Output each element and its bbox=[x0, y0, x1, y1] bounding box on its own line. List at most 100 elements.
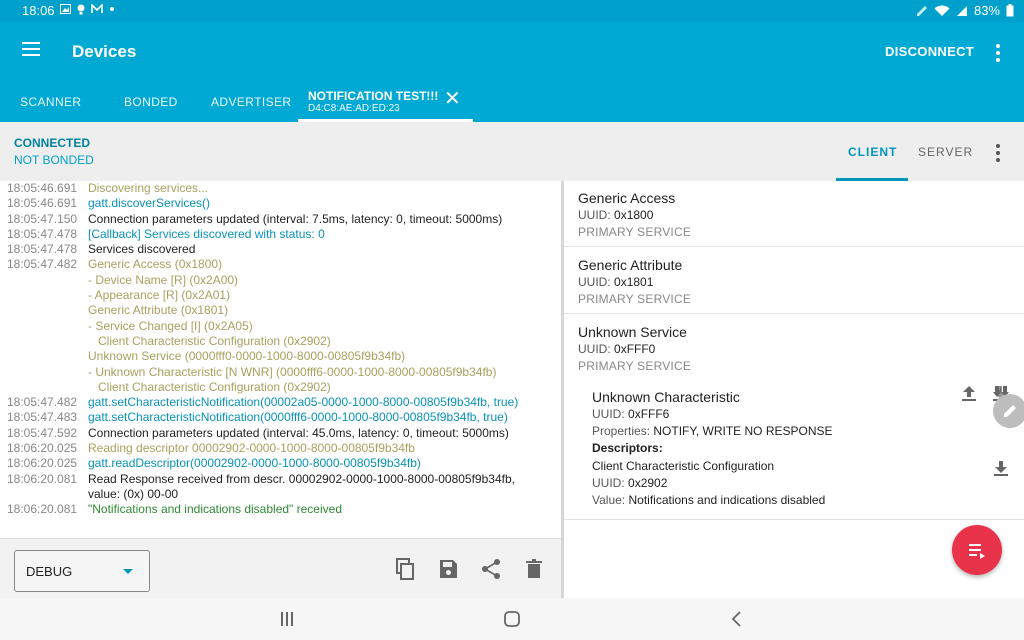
page-title: Devices bbox=[72, 42, 137, 61]
notification-icons bbox=[60, 4, 115, 15]
pencil-icon bbox=[1004, 405, 1016, 417]
log-timestamp bbox=[0, 288, 88, 303]
log-row: Unknown Service (0000fff0-0000-1000-8000… bbox=[0, 349, 561, 364]
menu-icon[interactable] bbox=[22, 42, 40, 56]
log-row: 18:05:47.478 Services discovered bbox=[0, 242, 561, 257]
log-timestamp bbox=[0, 303, 88, 318]
log-row: 18:05:47.478 [Callback] Services discover… bbox=[0, 227, 561, 242]
log-row: value: (0x) 00-00 bbox=[0, 487, 561, 502]
log-timestamp: 18:06:20.081 bbox=[7, 502, 78, 517]
log-timestamp: 18:05:47.478 bbox=[7, 226, 78, 241]
log-message: Generic Access (0x1800) bbox=[88, 257, 223, 272]
log-row: Generic Attribute (0x1801) bbox=[0, 303, 561, 318]
log-row: - Device Name [R] (0x2A00) bbox=[0, 273, 561, 288]
descriptor-name: Client Characteristic Configuration bbox=[592, 459, 775, 473]
tab-device[interactable]: NOTIFICATION TEST!!! D4:C8:AE:AD:ED:23 ✕ bbox=[298, 80, 473, 122]
write-upload-icon[interactable] bbox=[960, 384, 978, 402]
log-row: Client Characteristic Configuration (0x2… bbox=[0, 380, 561, 395]
log-timestamp: 18:05:47.150 bbox=[7, 211, 78, 226]
log-row: 18:05:46.691 Discovering services... bbox=[0, 181, 561, 196]
status-time: 18:06 bbox=[22, 3, 55, 18]
service-name: Unknown Service bbox=[578, 324, 687, 340]
save-icon[interactable] bbox=[436, 557, 460, 581]
descriptor-value: Value: Notifications and indications dis… bbox=[592, 493, 826, 507]
log-message: Connection parameters updated (interval:… bbox=[88, 425, 509, 440]
home-icon[interactable] bbox=[503, 610, 521, 628]
close-icon[interactable]: ✕ bbox=[444, 89, 461, 109]
read-download-icon[interactable] bbox=[992, 459, 1010, 477]
connection-bar: CONNECTED NOT BONDED CLIENT SERVER bbox=[0, 122, 1024, 181]
service-uuid: UUID: 0x1801 bbox=[578, 275, 654, 289]
log-timestamp: 18:05:46.691 bbox=[7, 196, 78, 211]
tab-advertiser[interactable]: ADVERTISER bbox=[211, 95, 291, 109]
log-row: - Service Changed [I] (0x2A05) bbox=[0, 319, 561, 334]
log-timestamp: 18:05:47.482 bbox=[7, 257, 78, 272]
gallery-icon bbox=[60, 4, 71, 14]
more-options-icon[interactable] bbox=[996, 44, 1000, 65]
signal-icon bbox=[956, 5, 967, 16]
log-timestamp bbox=[0, 334, 88, 349]
log-message: - Unknown Characteristic [N WNR] (0000ff… bbox=[88, 364, 497, 379]
client-more-icon[interactable] bbox=[996, 144, 1000, 165]
log-message: Client Characteristic Configuration (0x2… bbox=[88, 379, 331, 394]
tab-scanner[interactable]: SCANNER bbox=[20, 95, 81, 109]
log-row: - Unknown Characteristic [N WNR] (0000ff… bbox=[0, 365, 561, 380]
service-type: PRIMARY SERVICE bbox=[578, 292, 692, 306]
log-row: 18:05:47.150 Connection parameters update… bbox=[0, 212, 561, 227]
service-name: Generic Attribute bbox=[578, 257, 683, 273]
service-generic-attribute[interactable]: Generic Attribute UUID: 0x1801 PRIMARY S… bbox=[564, 247, 1024, 314]
service-unknown[interactable]: Unknown Service UUID: 0xFFF0 PRIMARY SER… bbox=[564, 314, 1024, 520]
characteristic-properties: Properties: NOTIFY, WRITE NO RESPONSE bbox=[592, 424, 833, 438]
log-row: 18:05:47.483 gatt.setCharacteristicNotifi… bbox=[0, 410, 561, 425]
disconnect-button[interactable]: DISCONNECT bbox=[885, 44, 974, 59]
log-level-value: DEBUG bbox=[26, 564, 73, 579]
app-bar: Devices DISCONNECT bbox=[0, 22, 1024, 80]
log-timestamp: 18:05:47.478 bbox=[7, 242, 78, 257]
log-timestamp bbox=[0, 380, 88, 395]
tab-server[interactable]: SERVER bbox=[918, 145, 973, 159]
battery-percent: 83% bbox=[973, 3, 1000, 18]
macro-fab-button[interactable] bbox=[952, 525, 1002, 575]
tab-bonded[interactable]: BONDED bbox=[124, 95, 178, 109]
status-bar: 18:06 83% bbox=[0, 0, 1024, 22]
recent-apps-icon[interactable] bbox=[280, 611, 294, 627]
log-message: - Device Name [R] (0x2A00) bbox=[88, 272, 239, 287]
log-timestamp bbox=[0, 273, 88, 288]
log-timestamp bbox=[0, 349, 88, 364]
log-message: Client Characteristic Configuration (0x2… bbox=[88, 333, 331, 348]
log-message: Read Response received from descr. 00002… bbox=[88, 471, 515, 486]
log-panel[interactable]: 18:05:46.691 Discovering services... 18:05… bbox=[0, 181, 561, 538]
log-row: 18:06:20.025 gatt.readDescriptor(00002902… bbox=[0, 456, 561, 471]
log-message: Reading descriptor 00002902-0000-1000-80… bbox=[88, 441, 415, 456]
pen-icon bbox=[916, 5, 927, 16]
wifi-icon bbox=[934, 5, 950, 16]
back-icon[interactable] bbox=[730, 610, 742, 628]
log-message: value: (0x) 00-00 bbox=[88, 486, 179, 501]
tab-device-address: D4:C8:AE:AD:ED:23 bbox=[308, 103, 400, 114]
log-timestamp: 18:05:47.483 bbox=[7, 410, 78, 425]
log-row: 18:06:20.081 "Notifications and indicatio… bbox=[0, 502, 561, 517]
log-toolbar: DEBUG bbox=[0, 538, 561, 598]
edit-button[interactable] bbox=[993, 394, 1024, 428]
log-message: Services discovered bbox=[88, 242, 196, 257]
dropdown-caret-icon bbox=[123, 569, 133, 574]
share-icon[interactable] bbox=[479, 557, 503, 581]
log-row: 18:05:47.482 gatt.setCharacteristicNotifi… bbox=[0, 395, 561, 410]
log-message: - Appearance [R] (0x2A01) bbox=[88, 288, 231, 303]
log-message: Unknown Service (0000fff0-0000-1000-8000… bbox=[88, 349, 406, 364]
log-row: Client Characteristic Configuration (0x2… bbox=[0, 334, 561, 349]
service-type: PRIMARY SERVICE bbox=[578, 359, 692, 373]
delete-icon[interactable] bbox=[522, 557, 546, 581]
tab-client[interactable]: CLIENT bbox=[848, 145, 897, 159]
playlist-icon bbox=[969, 544, 985, 559]
mail-icon bbox=[91, 4, 103, 13]
service-generic-access[interactable]: Generic Access UUID: 0x1800 PRIMARY SERV… bbox=[564, 181, 1024, 247]
characteristic-name: Unknown Characteristic bbox=[592, 389, 740, 405]
copy-icon[interactable] bbox=[393, 557, 417, 581]
log-message: "Notifications and indications disabled"… bbox=[88, 502, 342, 517]
descriptor-uuid: UUID: 0x2902 bbox=[592, 476, 668, 490]
log-timestamp: 18:05:46.691 bbox=[7, 181, 78, 195]
log-row: 18:05:46.691 gatt.discoverServices() bbox=[0, 196, 561, 211]
log-level-select[interactable]: DEBUG bbox=[14, 550, 150, 592]
service-type: PRIMARY SERVICE bbox=[578, 225, 692, 239]
